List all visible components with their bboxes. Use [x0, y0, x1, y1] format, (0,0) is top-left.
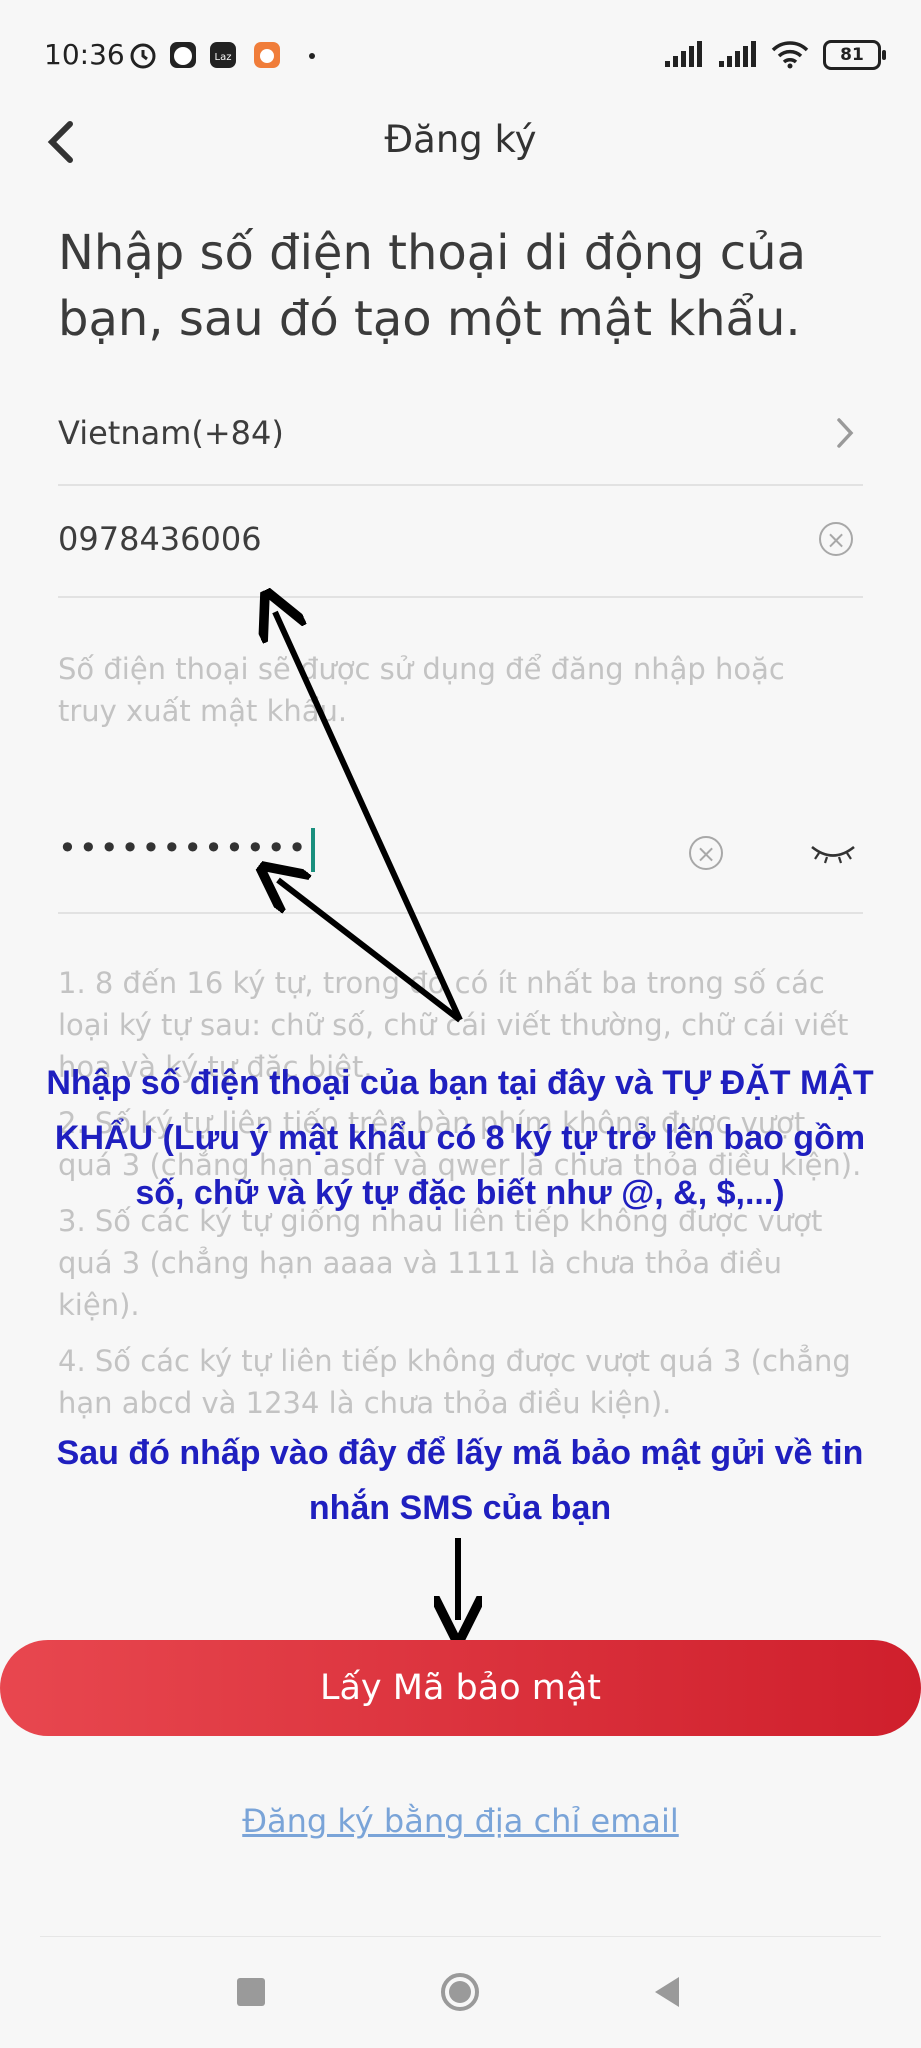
recent-apps-icon[interactable]: [237, 1978, 265, 2006]
arrow-to-password: [278, 880, 462, 1023]
annotation-arrows: [0, 0, 921, 2048]
arrow-to-phone: [275, 612, 463, 1022]
get-security-code-button[interactable]: Lấy Mã bảo mật: [0, 1640, 921, 1736]
home-icon[interactable]: [440, 1972, 480, 2012]
annotation-text-get-code: Sau đó nhấp vào đây để lấy mã bảo mật gử…: [56, 1434, 864, 1527]
annotation-text-phone-password: Nhập số điện thoại của bạn tại đây và TỰ…: [46, 1064, 874, 1212]
register-with-email-link[interactable]: Đăng ký bằng địa chỉ email: [0, 1802, 921, 1840]
nav-back-icon[interactable]: [651, 1975, 683, 2009]
nav-divider: [40, 1936, 881, 1937]
